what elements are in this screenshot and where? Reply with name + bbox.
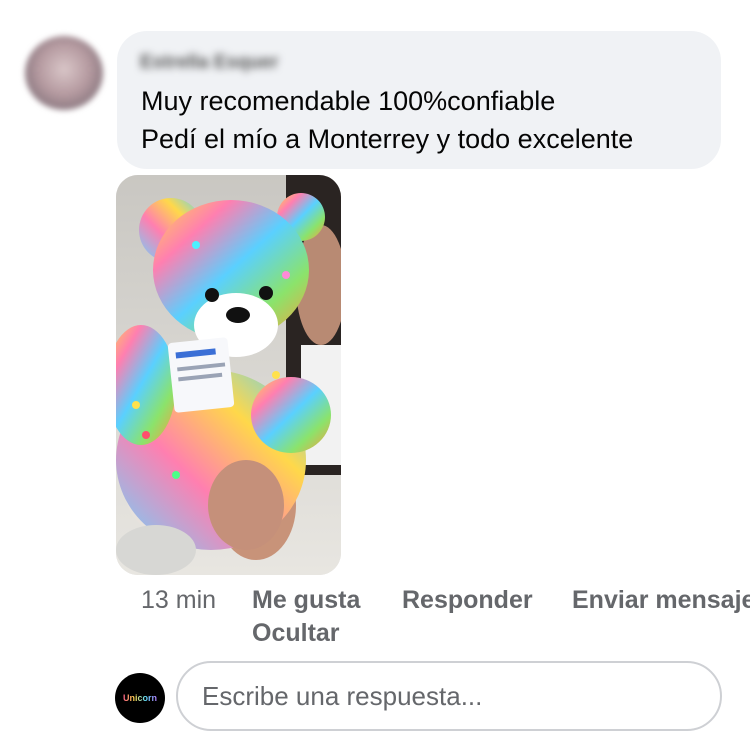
hide-button[interactable]: Ocultar xyxy=(252,619,340,648)
comment-text-line2: Pedí el mío a Monterrey y todo excelente xyxy=(141,124,634,154)
user-avatar[interactable]: Unicorn xyxy=(115,673,165,723)
reply-button[interactable]: Responder xyxy=(402,586,533,615)
commenter-avatar[interactable] xyxy=(25,36,103,110)
reply-placeholder: Escribe una respuesta... xyxy=(202,680,483,711)
send-message-button[interactable]: Enviar mensaje xyxy=(572,586,750,615)
user-avatar-logo: Unicorn xyxy=(122,693,157,703)
comment-photo[interactable] xyxy=(116,175,341,575)
comment-time[interactable]: 13 min xyxy=(141,586,216,615)
like-button[interactable]: Me gusta xyxy=(252,586,360,615)
comment-author[interactable]: Estrella Esquer xyxy=(140,52,278,74)
reply-input[interactable]: Escribe una respuesta... xyxy=(176,661,722,731)
comment-text-line1: Muy recomendable 100%confiable xyxy=(141,86,556,116)
photo-illustration xyxy=(116,175,341,575)
